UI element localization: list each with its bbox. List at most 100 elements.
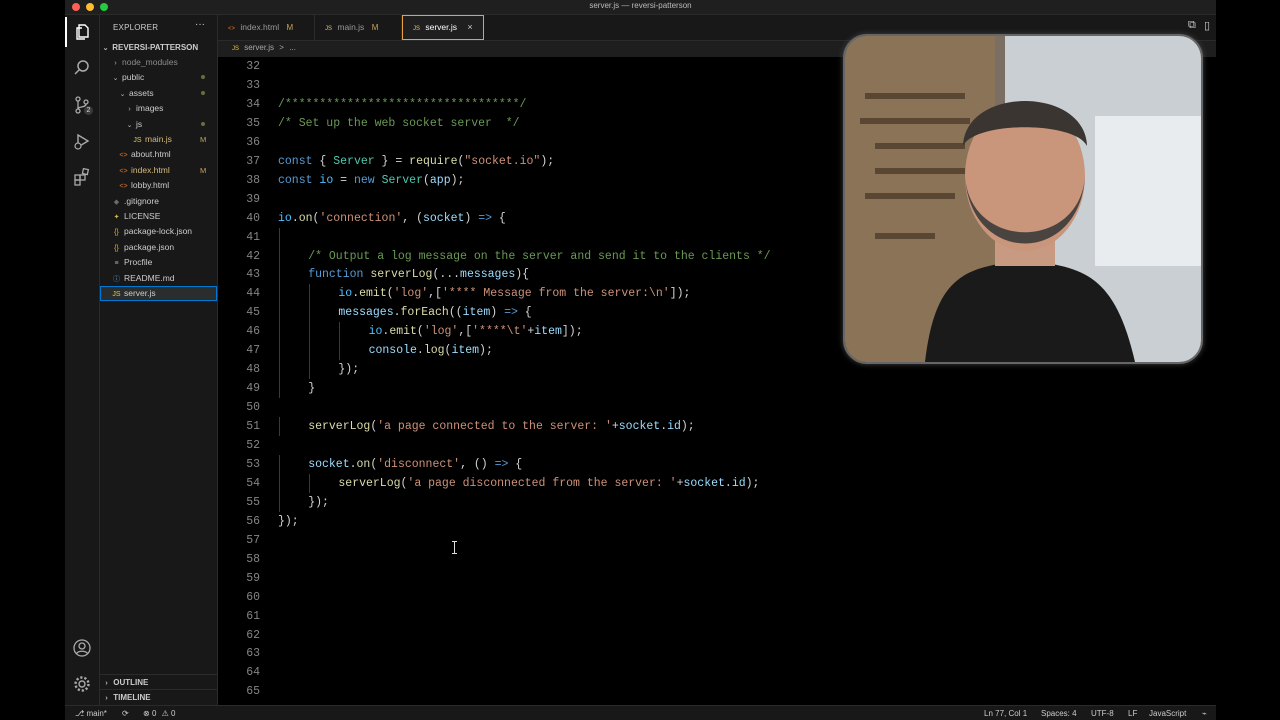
accounts-icon[interactable] — [65, 633, 99, 663]
status-bar: ⎇ main* ⟳ ⊗ 0 ⚠ 0 Ln 77, Col 1 Spaces: 4… — [65, 705, 1216, 720]
file-item[interactable]: <> lobby.html — [100, 178, 217, 193]
line-number: 60 — [246, 590, 260, 604]
cursor-position[interactable]: Ln 77, Col 1 — [984, 706, 1027, 720]
code-line[interactable]: 63 — [218, 644, 1216, 663]
folder-item[interactable]: ⌄ assets — [100, 86, 217, 101]
code-line[interactable]: 49} — [218, 379, 1216, 399]
tree-item-label: assets — [129, 87, 154, 98]
code-token: socket — [422, 211, 465, 225]
tab-main-js[interactable]: JS main.js M — [315, 15, 402, 40]
code-token: io — [319, 173, 334, 187]
explorer-sidebar: EXPLORER ··· ⌄ REVERSI-PATTERSON › node_m… — [100, 15, 218, 705]
code-line[interactable]: 52 — [218, 436, 1216, 455]
window-title: server.js — reversi-patterson — [589, 1, 692, 10]
code-line[interactable]: 54 serverLog('a page disconnected from th… — [218, 473, 1216, 493]
feedback-icon[interactable]: ⌁ — [1202, 706, 1207, 720]
info-icon: ⓘ — [113, 275, 120, 283]
file-item[interactable]: ⓘ README.md — [100, 271, 217, 286]
code-text: /**********************************/ — [278, 95, 526, 114]
code-token: }); — [308, 495, 329, 509]
branch-name: main* — [86, 709, 107, 718]
search-icon[interactable] — [65, 53, 99, 83]
explorer-icon[interactable] — [65, 17, 99, 47]
code-line[interactable]: 57 — [218, 531, 1216, 550]
code-token: . — [393, 306, 401, 320]
indent-guide — [279, 417, 280, 437]
code-token: socket — [308, 457, 350, 471]
file-item[interactable]: ≡ Procfile — [100, 255, 217, 270]
code-line[interactable]: 50 — [218, 398, 1216, 417]
code-line[interactable]: 59 — [218, 569, 1216, 588]
end-of-line[interactable]: LF — [1128, 706, 1137, 720]
code-line[interactable]: 60 — [218, 588, 1216, 607]
folder-item[interactable]: › images — [100, 101, 217, 116]
project-root[interactable]: ⌄ REVERSI-PATTERSON — [100, 40, 217, 55]
code-token: Server — [381, 173, 423, 187]
gear-icon[interactable] — [65, 669, 99, 699]
js-file-icon: JS — [112, 291, 121, 298]
outline-section[interactable]: › OUTLINE — [100, 674, 217, 690]
code-line[interactable]: 55}); — [218, 492, 1216, 512]
breadcrumb-file[interactable]: server.js — [244, 43, 274, 52]
timeline-section[interactable]: › TIMELINE — [100, 689, 217, 705]
git-file-icon: ◆ — [113, 198, 120, 206]
file-item[interactable]: <> index.html M — [100, 163, 217, 178]
sync-icon[interactable]: ⟳ — [122, 706, 129, 720]
file-item[interactable]: JS main.js M — [100, 132, 217, 147]
code-line[interactable]: 58 — [218, 550, 1216, 569]
code-token: => — [494, 457, 509, 471]
file-item[interactable]: JS server.js — [100, 286, 217, 301]
folder-item[interactable]: ⌄ js — [100, 117, 217, 132]
tab-label: main.js — [337, 22, 365, 32]
code-token: 'a page connected to the server: ' — [377, 420, 612, 434]
code-token: ( — [423, 173, 430, 187]
code-token: 'disconnect' — [377, 457, 461, 471]
encoding[interactable]: UTF-8 — [1091, 706, 1114, 720]
split-editor-icon[interactable]: ⧉ — [1188, 19, 1196, 32]
close-tab-icon[interactable]: × — [467, 22, 472, 32]
extensions-icon[interactable] — [65, 162, 99, 192]
indentation[interactable]: Spaces: 4 — [1041, 706, 1077, 720]
code-text: console.log(item); — [369, 341, 493, 360]
file-item[interactable]: ✦ LICENSE — [100, 209, 217, 224]
tab-index-html[interactable]: <> index.html M — [218, 15, 315, 40]
code-text: serverLog('a page connected to the serve… — [308, 417, 695, 436]
indent-guide — [279, 341, 280, 361]
tab-server-js[interactable]: JS server.js × — [402, 15, 484, 40]
file-item[interactable]: {} package-lock.json — [100, 224, 217, 239]
indent-guide — [309, 341, 311, 361]
folder-item[interactable]: › node_modules — [100, 55, 217, 70]
code-line[interactable]: 53 socket.on('disconnect', () => { — [218, 454, 1216, 474]
code-text: /* Output a log message on the server an… — [308, 247, 770, 266]
code-line[interactable]: 64 — [218, 663, 1216, 682]
code-line[interactable]: 61 — [218, 607, 1216, 626]
breadcrumb-symbols[interactable]: ... — [289, 43, 296, 52]
line-number: 32 — [246, 60, 260, 73]
indent-guide — [279, 473, 280, 493]
file-item[interactable]: {} package.json — [100, 240, 217, 255]
layout-icon[interactable]: ▯ — [1204, 19, 1210, 32]
run-debug-icon[interactable] — [65, 126, 99, 156]
code-line[interactable]: 56}); — [218, 512, 1216, 531]
code-line[interactable]: 65 — [218, 682, 1216, 701]
indent-guide — [309, 360, 311, 380]
line-number: 53 — [246, 457, 260, 471]
code-line[interactable]: 51 serverLog('a page connected to the ser… — [218, 417, 1216, 437]
code-token: forEach — [400, 306, 449, 320]
folder-item[interactable]: ⌄ public — [100, 70, 217, 85]
problems-indicator[interactable]: ⊗ 0 ⚠ 0 — [143, 706, 175, 720]
code-token: Server — [333, 154, 375, 168]
branch-indicator[interactable]: ⎇ main* — [75, 706, 107, 720]
code-token: ); — [540, 154, 555, 168]
language-mode[interactable]: JavaScript — [1149, 706, 1186, 720]
code-line[interactable]: 62 — [218, 626, 1216, 645]
warning-count: 0 — [171, 709, 176, 718]
line-number: 47 — [246, 344, 260, 358]
more-actions-icon[interactable]: ··· — [195, 19, 205, 30]
file-item[interactable]: <> about.html — [100, 147, 217, 162]
file-item[interactable]: ◆ .gitignore — [100, 194, 217, 209]
source-control-icon[interactable]: 2 — [65, 90, 99, 120]
code-text: const { Server } = require("socket.io"); — [278, 152, 554, 171]
tree-item-label: package.json — [124, 241, 175, 252]
code-token: '**** Message from the server:\n' — [441, 287, 670, 301]
